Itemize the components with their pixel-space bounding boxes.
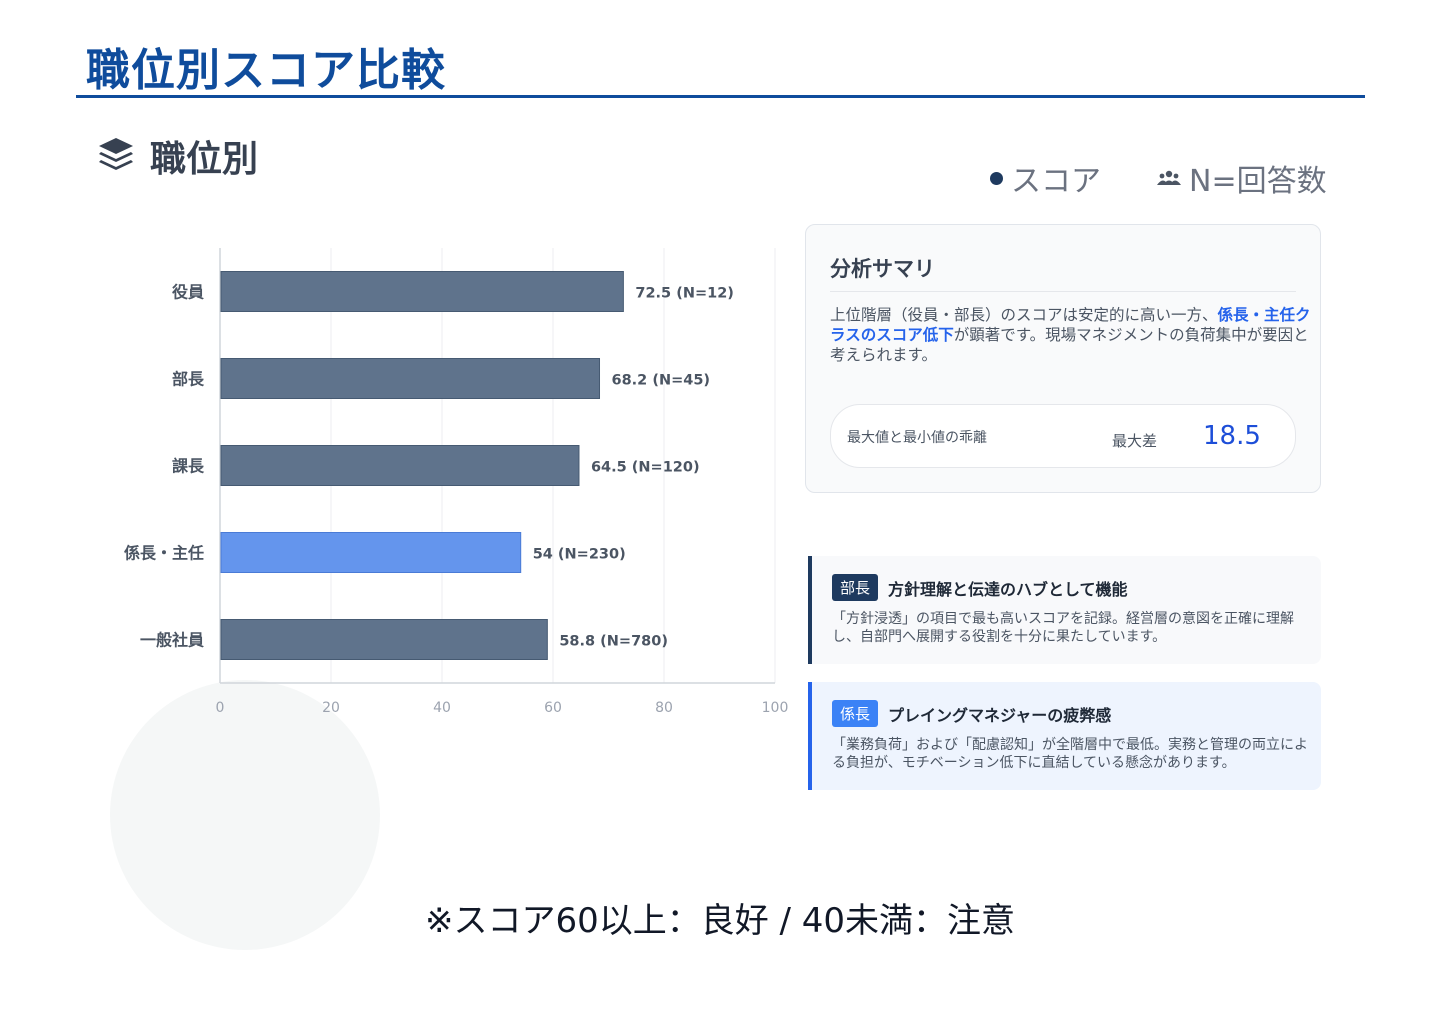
- section-label: 職位別: [150, 139, 259, 180]
- x-tick-label: 20: [322, 700, 340, 716]
- category-label: 役員: [172, 283, 204, 302]
- summary-text: 上位階層（役員・部長）のスコアは安定的に高い一方、係長・主任クラスのスコア低下が…: [830, 305, 1316, 365]
- data-label: 58.8 (N=780): [559, 634, 668, 650]
- legend-n: N=回答数: [1157, 156, 1327, 200]
- legend-score: スコア: [990, 156, 1101, 200]
- title-divider: [76, 95, 1365, 98]
- data-label: 64.5 (N=120): [591, 460, 700, 476]
- summary-divider: [830, 291, 1296, 292]
- x-tick-label: 0: [216, 700, 225, 716]
- users-icon: [1157, 161, 1181, 196]
- insight-card-bucho: 部長 方針理解と伝達のハブとして機能 「方針浸透」の項目で最も高いスコアを記録。…: [808, 556, 1321, 664]
- insight-text: 「業務負荷」および「配慮認知」が全階層中で最低。実務と管理の両立による負担が、モ…: [832, 737, 1308, 771]
- insight-title: 方針理解と伝達のハブとして機能: [888, 579, 1128, 599]
- legend-score-label: スコア: [1011, 164, 1101, 199]
- x-tick-label: 40: [433, 700, 451, 716]
- bar: [220, 619, 548, 660]
- legend-n-label: N=回答数: [1189, 164, 1327, 199]
- dot-icon: [990, 171, 1003, 185]
- category-label: 係長・主任: [124, 544, 204, 563]
- bar: [220, 271, 624, 312]
- insight-card-kakaricho: 係長 プレイングマネジャーの疲弊感 「業務負荷」および「配慮認知」が全階層中で最…: [808, 682, 1321, 790]
- insight-title: プレイングマネジャーの疲弊感: [888, 705, 1112, 725]
- insight-badge: 部長: [832, 574, 879, 601]
- data-label: 54 (N=230): [533, 547, 626, 563]
- x-tick-label: 100: [762, 700, 789, 716]
- chart-legend: スコア N=回答数: [990, 156, 1327, 200]
- insight-badge: 係長: [832, 700, 879, 727]
- summary-text-before: 上位階層（役員・部長）のスコアは安定的に高い一方、: [830, 306, 1218, 324]
- x-tick-label: 60: [544, 700, 562, 716]
- summary-card: 分析サマリ 上位階層（役員・部長）のスコアは安定的に高い一方、係長・主任クラスの…: [805, 224, 1321, 493]
- category-label: 部長: [172, 370, 205, 389]
- data-label: 68.2 (N=45): [612, 373, 711, 389]
- summary-title: 分析サマリ: [830, 257, 935, 281]
- insight-text: 「方針浸透」の項目で最も高いスコアを記録。経営層の意図を正確に理解し、自部門へ展…: [832, 611, 1294, 645]
- max-diff-metric: 最大値と最小値の乖離 最大差 18.5: [830, 404, 1296, 468]
- metric-label: 最大値と最小値の乖離: [847, 430, 987, 446]
- bar-chart: 0 20 40 60 80 100 役員 72.5 (N=12) 部長 68.2 (N=45) 課長…: [124, 248, 789, 716]
- threshold-note: ※スコア60以上：良好 / 40未満：注意: [424, 901, 1016, 941]
- bar: [220, 445, 580, 486]
- bar: [220, 532, 522, 573]
- page-title: 職位別スコア比較: [86, 45, 446, 96]
- layers-icon: [96, 134, 136, 178]
- metric-value: 18.5: [1203, 421, 1261, 451]
- section-header: 職位別: [96, 130, 258, 182]
- x-tick-label: 80: [655, 700, 673, 716]
- metric-diff-label: 最大差: [1112, 432, 1158, 450]
- data-label: 72.5 (N=12): [635, 286, 734, 302]
- bar: [220, 358, 601, 399]
- category-label: 一般社員: [140, 631, 204, 650]
- category-label: 課長: [172, 457, 205, 476]
